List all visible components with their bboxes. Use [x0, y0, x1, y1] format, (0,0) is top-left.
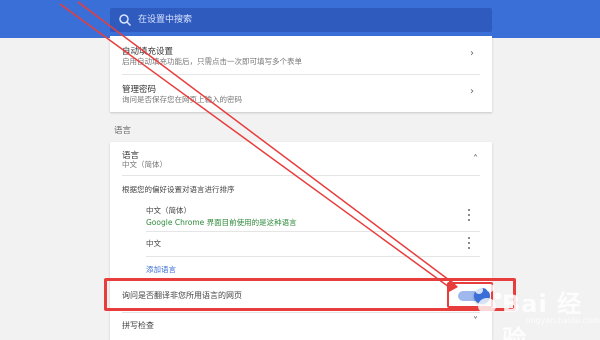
watermark-url: jingyan.baidu.com	[526, 316, 600, 325]
watermark: Bai 经验 jingyan.baidu.com	[470, 282, 600, 340]
paw-logo-icon	[475, 284, 502, 314]
watermark-text: Bai 经验	[502, 290, 583, 340]
